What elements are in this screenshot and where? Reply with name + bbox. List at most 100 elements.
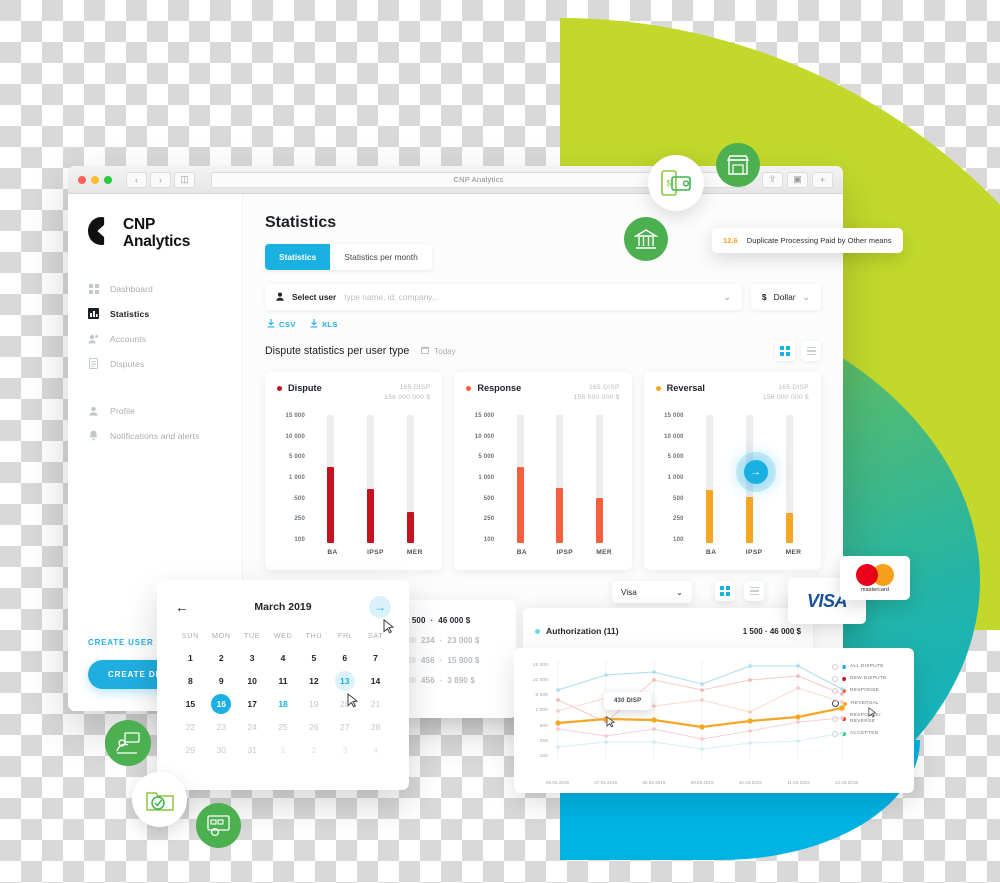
calendar-next-month-button[interactable]: →	[368, 596, 391, 618]
calendar-day[interactable]: 19	[298, 694, 329, 714]
bar-column[interactable]	[706, 415, 714, 543]
filter-row: Select user type name, id, company... ⌄ …	[265, 284, 821, 310]
y-tick: 100	[539, 752, 548, 758]
calendar-day-hovered[interactable]: 13	[329, 671, 360, 691]
calendar-day-today[interactable]: 18	[268, 694, 299, 714]
calendar-day[interactable]: 11	[268, 671, 299, 691]
sidebar-toggle-button[interactable]: ◫	[174, 171, 195, 188]
logo-mark-icon	[88, 216, 114, 246]
calendar-day[interactable]: 14	[360, 671, 391, 691]
bar-column[interactable]	[556, 415, 564, 543]
card-network-select[interactable]: Visa ⌄	[612, 581, 692, 603]
bar-column[interactable]	[596, 415, 604, 543]
sidebar-item-statistics[interactable]: Statistics	[88, 301, 242, 326]
minimize-window-button[interactable]	[91, 175, 99, 184]
calendar-day[interactable]: 2	[206, 648, 237, 668]
tab-statistics[interactable]: Statistics	[265, 244, 331, 270]
export-xls-button[interactable]: XLS	[310, 319, 338, 330]
meta-count: 165 DISP	[778, 384, 809, 391]
sidebar-item-profile[interactable]: Profile	[88, 398, 242, 423]
list-separator: ·	[439, 635, 443, 645]
calendar-day[interactable]: 31	[237, 740, 268, 760]
bar-column[interactable]	[367, 415, 375, 543]
close-window-button[interactable]	[78, 175, 86, 184]
bar-column[interactable]	[327, 415, 335, 543]
list-view-button[interactable]	[801, 341, 821, 361]
notification-toast[interactable]: 12.6 Duplicate Processing Paid by Other …	[712, 228, 903, 253]
copy-icon[interactable]: ▣	[787, 171, 808, 188]
download-icon	[267, 319, 275, 330]
chevron-down-icon[interactable]: ⌄	[676, 587, 683, 597]
list-item[interactable]: 1 500 · 46 000 $	[405, 610, 507, 630]
grid-view-button-secondary[interactable]	[715, 581, 735, 601]
calendar-day[interactable]: 6	[329, 648, 360, 668]
calendar-day[interactable]: 4	[268, 648, 299, 668]
grid-view-button[interactable]	[775, 341, 795, 361]
list-separator: ·	[439, 675, 443, 685]
x-tick: MER	[406, 549, 423, 556]
sidebar-item-dashboard[interactable]: Dashboard	[88, 276, 242, 301]
calendar-day[interactable]: 17	[237, 694, 268, 714]
sidebar-item-notifications[interactable]: Notifications and alerts	[88, 423, 242, 448]
x-tick: 06.03.2019	[546, 780, 569, 785]
calendar-day[interactable]: 1	[175, 648, 206, 668]
maximize-window-button[interactable]	[104, 175, 112, 184]
window-controls[interactable]	[78, 175, 112, 184]
bar-column[interactable]	[785, 415, 793, 543]
calendar-day[interactable]: 5	[298, 648, 329, 668]
new-tab-icon[interactable]: +	[812, 171, 833, 188]
calendar-prev-month-button[interactable]: ←	[175, 599, 197, 615]
calendar-day[interactable]: 21	[360, 694, 391, 714]
calendar-day-next-month[interactable]: 2	[298, 740, 329, 760]
list-item[interactable]: 456 · 3 890 $	[405, 670, 507, 690]
day-of-week-label: WED	[273, 631, 293, 640]
calendar-day[interactable]: 25	[268, 717, 299, 737]
calendar-day[interactable]: 23	[206, 717, 237, 737]
list-item[interactable]: 456 · 15 900 $	[405, 650, 507, 670]
chevron-down-icon[interactable]: ⌄	[723, 292, 731, 303]
calendar-day[interactable]: 28	[360, 717, 391, 737]
calendar-day[interactable]: 7	[360, 648, 391, 668]
section-header: Dispute statistics per user type Today	[265, 341, 821, 361]
calendar-day[interactable]: 12	[298, 671, 329, 691]
calendar-day[interactable]: 22	[175, 717, 206, 737]
calendar-day[interactable]: 24	[237, 717, 268, 737]
day-of-week-label: FRI	[338, 631, 352, 640]
y-tick: 1 000	[535, 707, 548, 713]
list-item[interactable]: 234 · 23 000 $	[405, 630, 507, 650]
forward-button[interactable]: ›	[150, 171, 171, 188]
calendar-day[interactable]: 27	[329, 717, 360, 737]
bar-column[interactable]	[406, 415, 414, 543]
calendar-day[interactable]: 15	[175, 694, 206, 714]
tab-statistics-per-month[interactable]: Statistics per month	[330, 244, 432, 270]
sidebar-item-disputes[interactable]: Disputes	[88, 351, 242, 376]
calendar-header: ← March 2019 →	[175, 596, 391, 618]
calendar-day[interactable]: 10	[237, 671, 268, 691]
sidebar-item-accounts[interactable]: Accounts	[88, 326, 242, 351]
brand-line-2: Analytics	[123, 233, 191, 250]
line-chart-x-axis: 06.03.2019 07.03.2019 08.03.2019 09.03.2…	[546, 780, 858, 785]
export-csv-button[interactable]: CSV	[267, 319, 296, 330]
arrow-right-icon[interactable]: →	[743, 460, 768, 484]
back-button[interactable]: ‹	[126, 171, 147, 188]
select-user-field[interactable]: Select user type name, id, company... ⌄	[265, 284, 742, 310]
calendar-day[interactable]: 20	[329, 694, 360, 714]
calendar-day[interactable]: 8	[175, 671, 206, 691]
calendar-day[interactable]: 29	[175, 740, 206, 760]
chevron-down-icon[interactable]: ⌄	[803, 292, 811, 303]
calendar-day-selected[interactable]: 16	[206, 694, 237, 714]
chart-title-reversal: Reversal	[655, 383, 705, 393]
date-range-today[interactable]: Today	[421, 346, 456, 356]
calendar-day-next-month[interactable]: 1	[268, 740, 299, 760]
calendar-day-next-month[interactable]: 3	[329, 740, 360, 760]
y-tick: 1 000	[478, 474, 495, 481]
currency-select[interactable]: $ Dollar ⌄	[751, 284, 821, 310]
list-view-button-secondary[interactable]	[744, 581, 764, 601]
bar-column[interactable]	[516, 415, 524, 543]
calendar-day[interactable]: 3	[237, 648, 268, 668]
calendar-day[interactable]: 26	[298, 717, 329, 737]
calendar-day-next-month[interactable]: 4	[360, 740, 391, 760]
calendar-day[interactable]: 30	[206, 740, 237, 760]
calendar-day[interactable]: 9	[206, 671, 237, 691]
share-icon[interactable]: ⇪	[762, 171, 783, 188]
